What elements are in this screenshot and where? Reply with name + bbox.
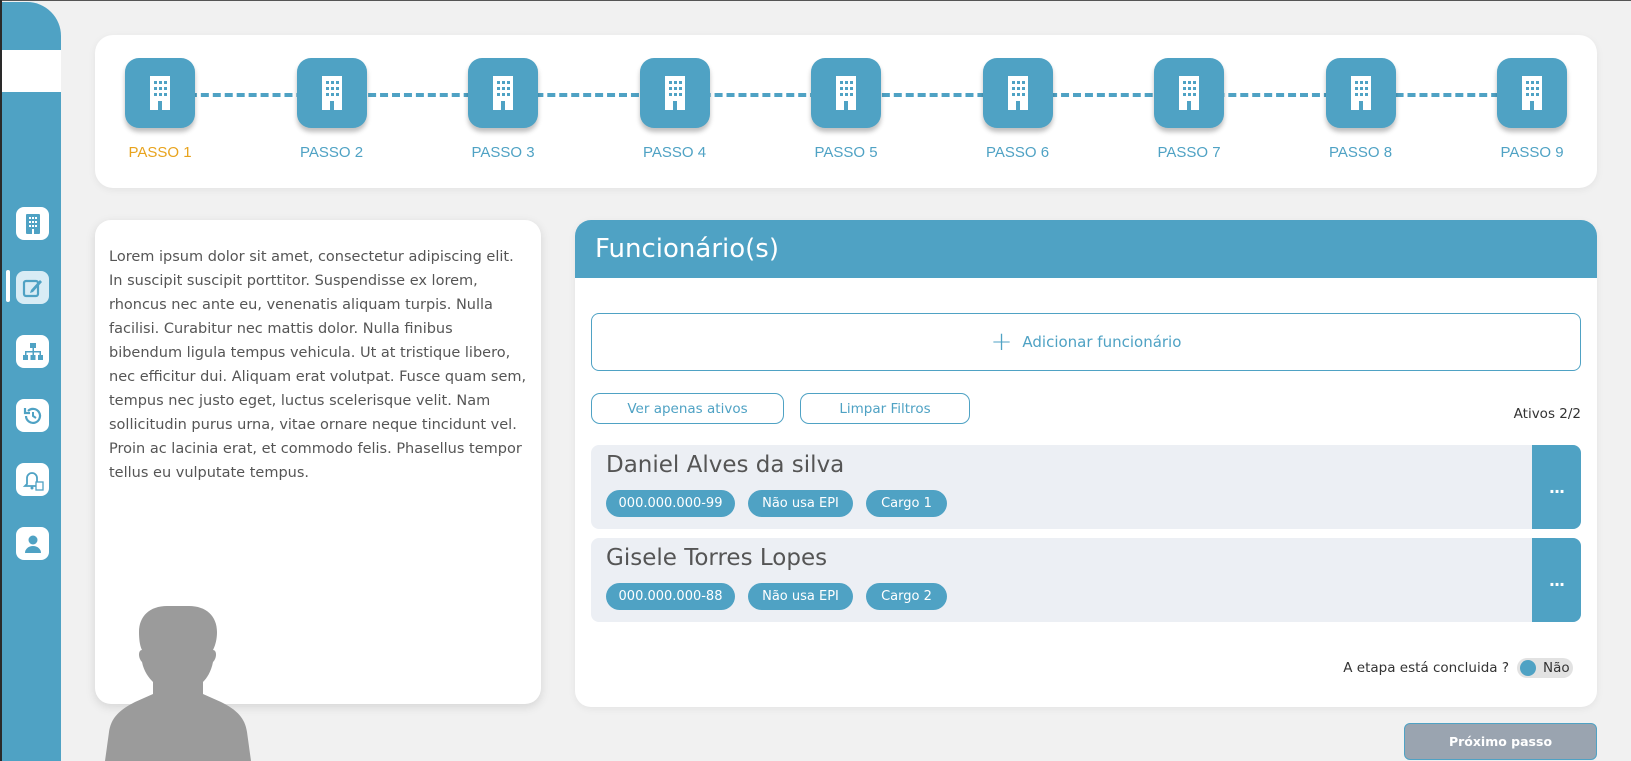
employee-cargo-badge: Cargo 2 — [866, 583, 947, 610]
sidebar-active-marker — [6, 270, 10, 302]
active-count: Ativos 2/2 — [1513, 406, 1581, 422]
step-8-button[interactable] — [1325, 58, 1396, 128]
sidebar-item-sitemap[interactable] — [16, 335, 49, 368]
employee-epi-badge: Não usa EPI — [748, 583, 853, 610]
building-icon — [1007, 76, 1028, 110]
sidebar — [2, 2, 61, 761]
sidebar-item-edit[interactable] — [16, 271, 49, 304]
employee-name: Daniel Alves da silva — [606, 452, 845, 478]
building-icon — [836, 76, 856, 110]
employee-row[interactable]: Gisele Torres Lopes 000.000.000-88 Não u… — [591, 538, 1581, 622]
step-concluded-control: A etapa está concluida ? Não — [1343, 658, 1573, 678]
step-3-label: PASSO 3 — [471, 144, 535, 161]
step-1-button[interactable] — [125, 58, 195, 128]
employee-name: Gisele Torres Lopes — [606, 545, 828, 571]
employee-cpf-badge: 000.000.000-99 — [606, 490, 735, 517]
building-icon — [1350, 76, 1371, 110]
window-top-border — [0, 0, 1631, 1]
step-5-label: PASSO 5 — [814, 144, 878, 161]
bell-document-icon — [22, 471, 44, 491]
step-concluded-label: A etapa está concluida ? — [1343, 660, 1509, 676]
employee-menu-button[interactable]: ... — [1532, 538, 1581, 622]
step-6-button[interactable] — [982, 58, 1053, 128]
employee-row[interactable]: Daniel Alves da silva 000.000.000-99 Não… — [591, 445, 1581, 529]
step-9-button[interactable] — [1497, 58, 1567, 128]
building-icon — [1522, 76, 1542, 110]
sidebar-item-notifications[interactable] — [16, 463, 49, 496]
toggle-knob — [1520, 660, 1536, 676]
employee-cpf-badge: 000.000.000-88 — [606, 583, 735, 610]
building-icon — [150, 76, 170, 110]
history-icon — [23, 407, 41, 424]
building-icon — [321, 76, 342, 110]
step-3-button[interactable] — [468, 58, 538, 128]
user-icon — [24, 535, 41, 553]
step-2-button[interactable] — [296, 58, 367, 128]
sidebar-item-history[interactable] — [16, 399, 49, 432]
building-icon — [493, 76, 513, 110]
step-2-label: PASSO 2 — [299, 144, 364, 161]
step-7-label: PASSO 7 — [1157, 144, 1221, 161]
building-icon — [1179, 76, 1199, 110]
step-4-button[interactable] — [639, 58, 710, 128]
building-icon — [664, 76, 685, 110]
sitemap-icon — [22, 342, 43, 360]
toggle-value: Não — [1543, 660, 1570, 676]
step-5-button[interactable] — [811, 58, 881, 128]
employee-menu-button[interactable]: ... — [1532, 445, 1581, 529]
step-8-label: PASSO 8 — [1328, 144, 1393, 161]
next-step-button[interactable]: Próximo passo — [1404, 723, 1597, 760]
building-icon — [25, 213, 40, 234]
step-7-button[interactable] — [1154, 58, 1224, 128]
sidebar-logo-area — [2, 50, 61, 92]
employee-epi-badge: Não usa EPI — [748, 490, 853, 517]
employee-cargo-badge: Cargo 1 — [866, 490, 947, 517]
add-employee-label: Adicionar funcionário — [1022, 333, 1182, 351]
step-1-label: PASSO 1 — [128, 144, 192, 161]
step-concluded-toggle[interactable]: Não — [1517, 658, 1573, 678]
info-text: Lorem ipsum dolor sit amet, consectetur … — [109, 249, 527, 481]
add-employee-button[interactable]: + Adicionar funcionário — [591, 313, 1581, 371]
sidebar-item-user[interactable] — [16, 527, 49, 560]
person-silhouette-image — [105, 606, 251, 761]
step-4-label: PASSO 4 — [642, 144, 707, 161]
edit-icon — [22, 279, 42, 297]
clear-filters-button[interactable]: Limpar Filtros — [800, 393, 970, 424]
step-9-label: PASSO 9 — [1500, 144, 1564, 161]
employees-title: Funcionário(s) — [575, 220, 1597, 278]
employees-card: Funcionário(s) + Adicionar funcionário V… — [575, 220, 1597, 707]
step-6-label: PASSO 6 — [985, 144, 1050, 161]
filter-active-button[interactable]: Ver apenas ativos — [591, 393, 784, 424]
plus-icon: + — [990, 327, 1013, 357]
sidebar-item-building[interactable] — [16, 207, 49, 240]
